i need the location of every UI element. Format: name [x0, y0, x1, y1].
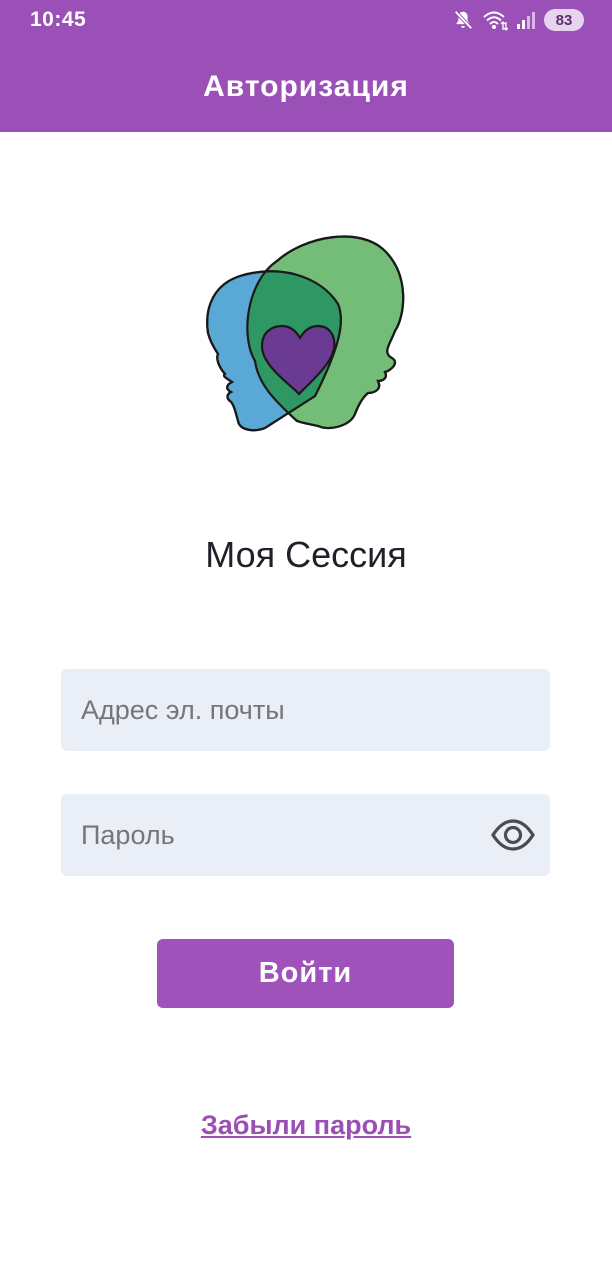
signal-icon	[517, 12, 535, 29]
status-time: 10:45	[30, 8, 87, 31]
password-field[interactable]	[61, 794, 550, 876]
password-field-container	[61, 794, 550, 876]
eye-icon	[491, 819, 535, 851]
email-field[interactable]	[61, 669, 550, 751]
page-title: Авторизация	[203, 70, 409, 103]
login-screen: 10:45 83 Авторизация Моя Сессия Адрес эл…	[0, 0, 612, 1280]
login-button[interactable]: Войти	[157, 939, 454, 1008]
battery-icon: 83	[544, 9, 584, 31]
app-bar: 10:45 83 Авторизация	[0, 0, 612, 132]
two-heads-heart-logo	[206, 235, 405, 432]
forgot-password-link[interactable]: Забыли пароль	[0, 1110, 612, 1141]
email-field-container	[61, 669, 550, 751]
app-name: Моя Сессия	[205, 534, 407, 575]
mute-icon	[454, 10, 473, 30]
status-icons: 83	[452, 8, 584, 32]
show-password-button[interactable]	[490, 815, 536, 855]
wifi-icon	[483, 11, 508, 31]
